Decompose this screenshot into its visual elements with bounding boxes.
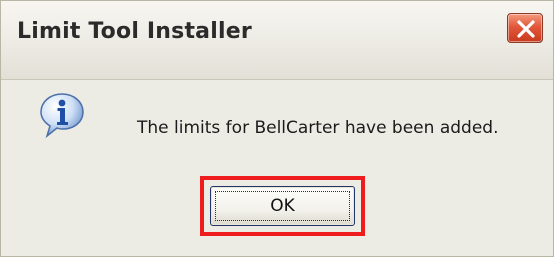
window-title: Limit Tool Installer: [17, 19, 252, 44]
close-button[interactable]: [507, 13, 543, 43]
title-bar[interactable]: Limit Tool Installer: [1, 1, 553, 80]
information-icon: [37, 91, 87, 139]
ok-button[interactable]: OK: [210, 186, 355, 226]
close-icon: [517, 20, 535, 38]
ok-button-label: OK: [270, 196, 295, 216]
dialog-message: The limits for BellCarter have been adde…: [137, 118, 499, 138]
dialog-window: Limit Tool Installer The limits for Bell…: [0, 0, 554, 257]
